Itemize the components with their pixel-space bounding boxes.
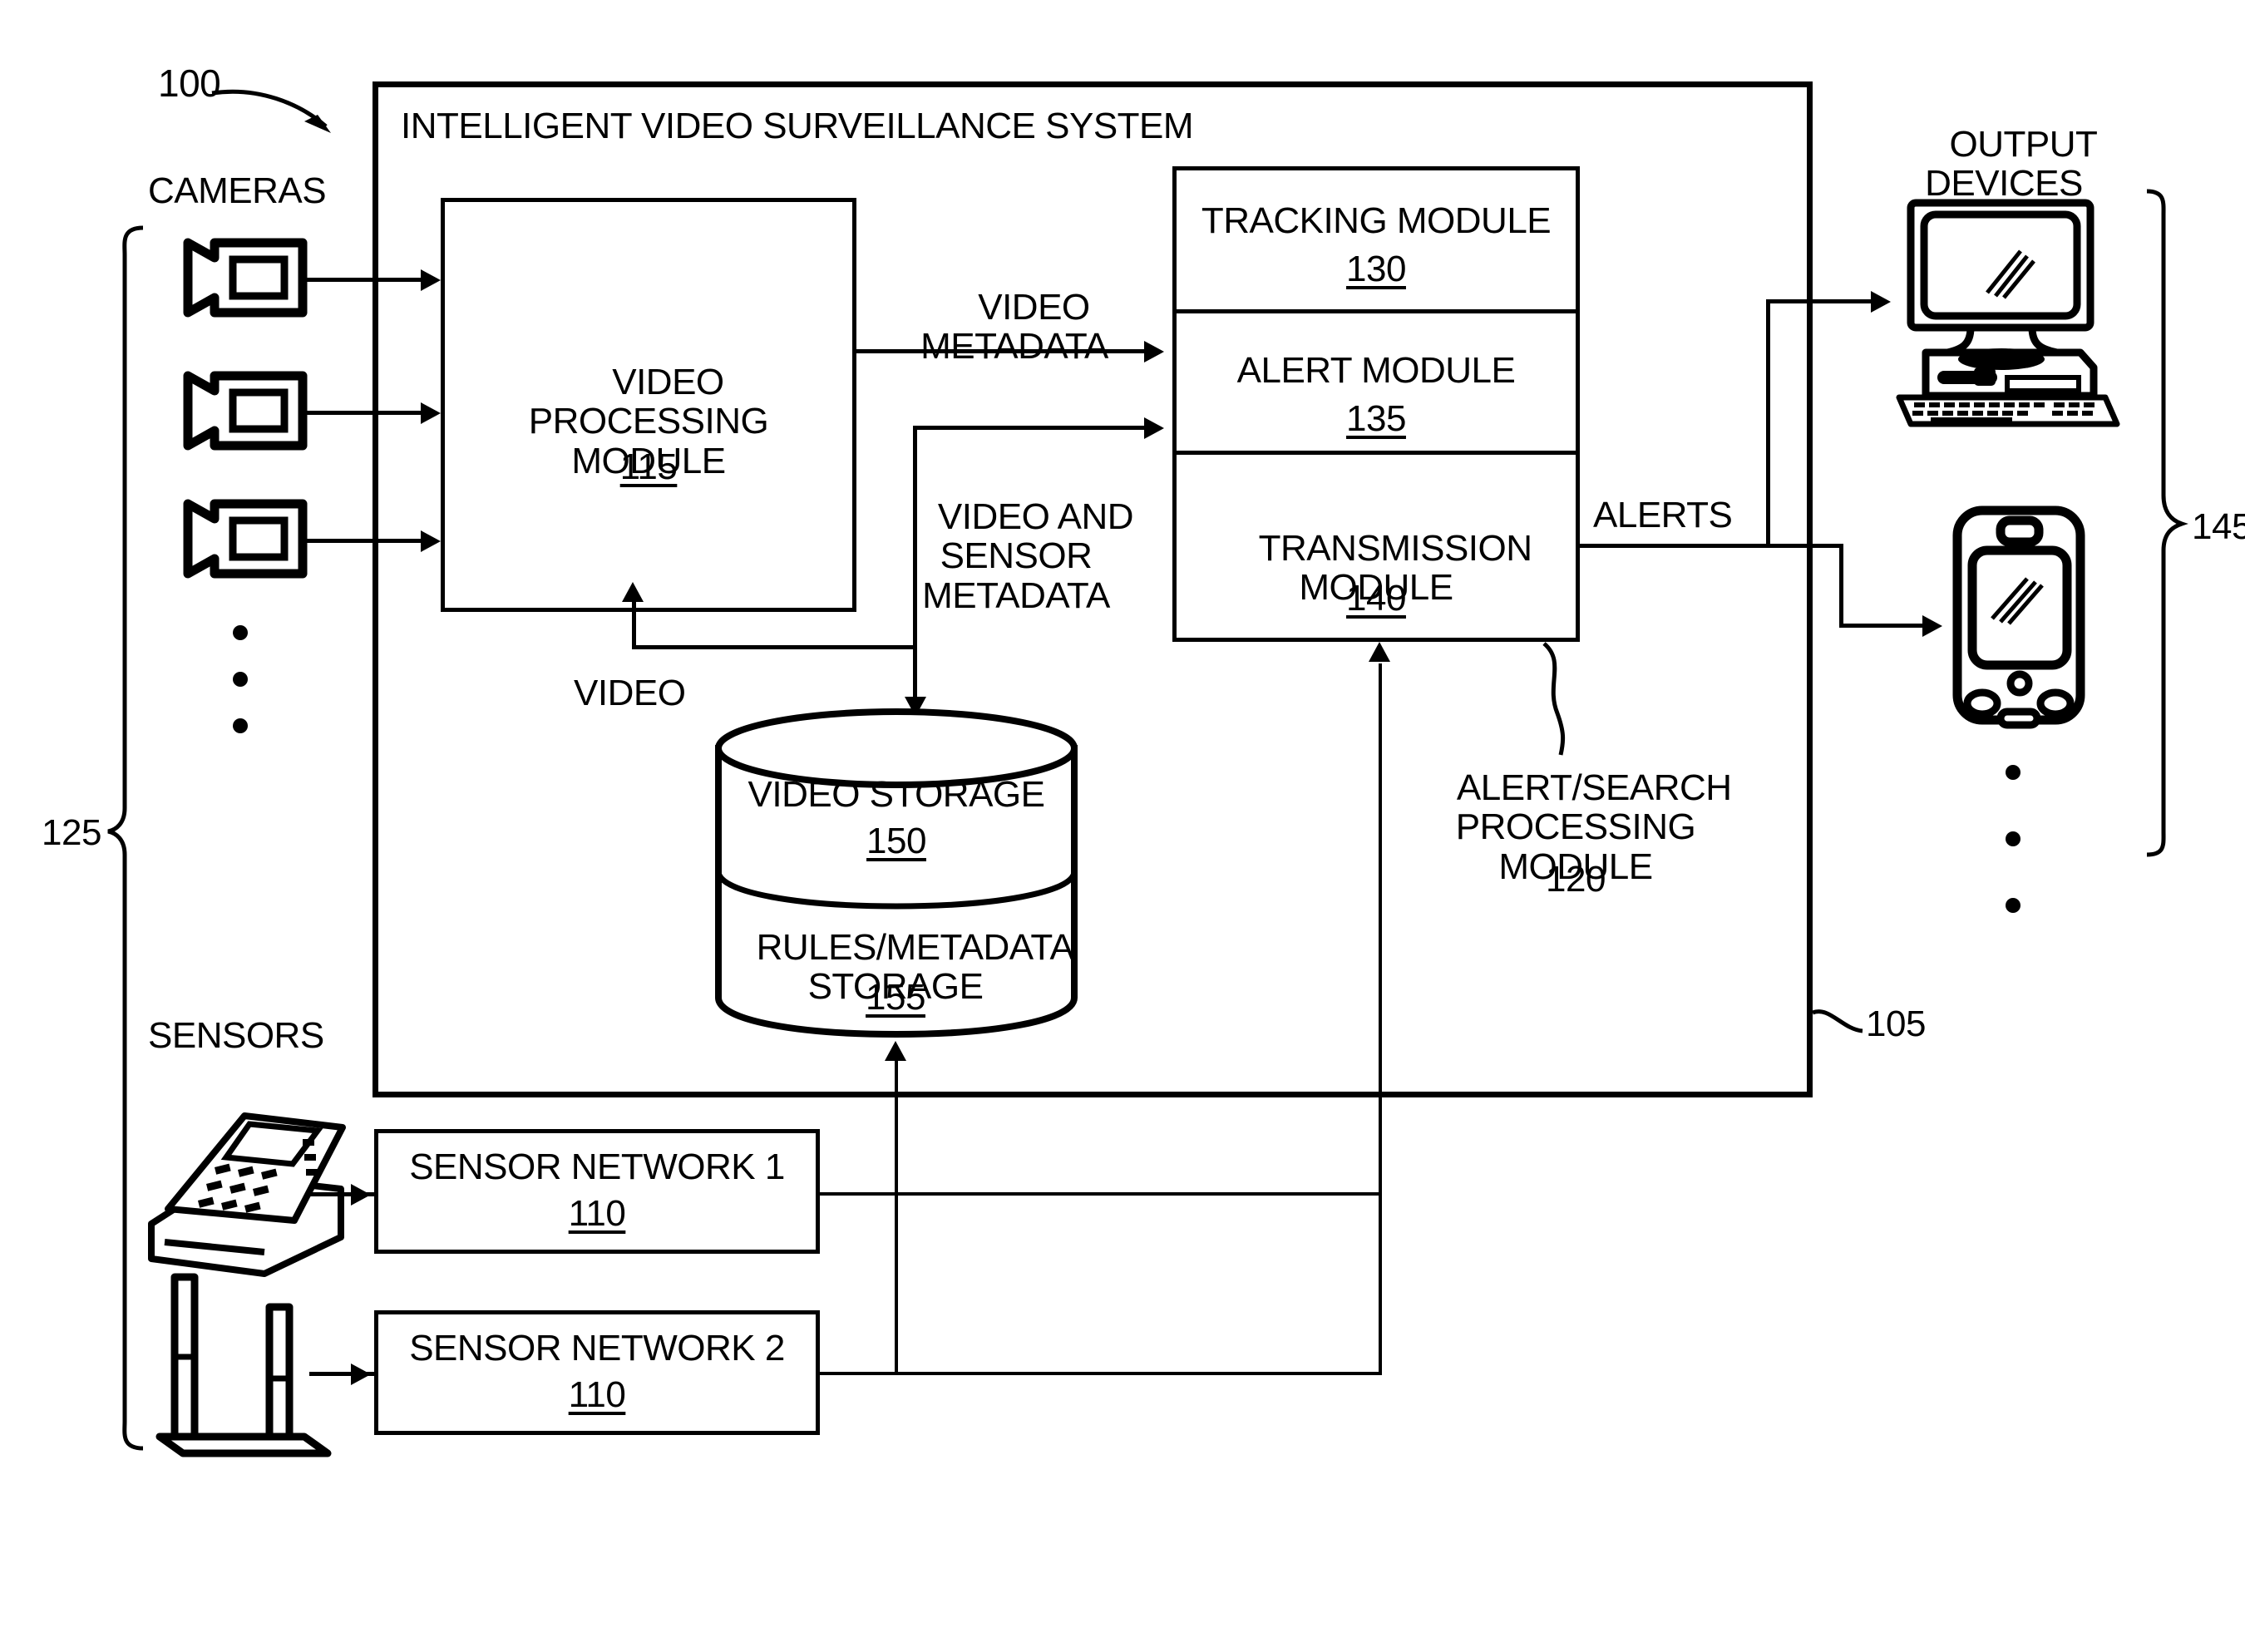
alerts-to-pda-line xyxy=(1839,624,1931,628)
video-sensor-metadata-flow-arrow xyxy=(1144,417,1164,439)
video-sensor-metadata-flow-line xyxy=(913,426,1152,430)
sensor-net-2-to-transmission-riser xyxy=(1379,663,1382,1373)
module-stack-divider xyxy=(1176,451,1576,455)
vertical-ellipsis-icon xyxy=(2006,898,2020,913)
video-storage-title: VIDEO STORAGE xyxy=(748,774,1046,815)
sensor-net-2-riser xyxy=(895,1192,898,1373)
alerts-out-line xyxy=(1576,544,1843,548)
sensors-group-label: SENSORS xyxy=(148,1015,324,1056)
outputs-bracket xyxy=(2140,190,2190,881)
vertical-ellipsis-icon xyxy=(233,672,248,687)
system-ref-105: 105 xyxy=(1866,1004,1926,1044)
keypad-terminal-icon xyxy=(140,1087,353,1279)
camera-icon xyxy=(163,372,309,451)
sensor-network-1-title: SENSOR NETWORK 1 xyxy=(409,1147,785,1187)
sensor-network-2-title: SENSOR NETWORK 2 xyxy=(409,1328,785,1368)
sensor-net-1-riser xyxy=(895,1058,898,1194)
system-box-title: INTELLIGENT VIDEO SURVEILLANCE SYSTEM xyxy=(401,106,1194,146)
sensor-net-2-to-transmission-arrow xyxy=(1369,642,1390,662)
camera-icon xyxy=(163,239,309,318)
tracking-module-title: TRACKING MODULE xyxy=(1201,200,1552,241)
cameras-group-label: CAMERAS xyxy=(148,170,327,211)
video-flow-up-arrow xyxy=(622,582,644,602)
video-flow-label: VIDEO xyxy=(574,673,686,713)
camera-1-feed-line xyxy=(304,278,436,282)
video-metadata-flow-label: VIDEO METADATA xyxy=(865,248,1164,406)
sensor-net-2-out-line xyxy=(817,1372,898,1375)
alerts-to-pda-arrow xyxy=(1922,615,1942,637)
sensor-1-feed-arrow xyxy=(351,1184,371,1206)
video-sensor-metadata-flow-label: VIDEO AND SENSOR METADATA xyxy=(875,457,1157,655)
camera-icon xyxy=(163,501,309,579)
vertical-ellipsis-icon xyxy=(233,718,248,733)
vertical-ellipsis-icon xyxy=(2006,765,2020,780)
figure-ref-100-leader xyxy=(208,75,331,133)
vertical-ellipsis-icon xyxy=(2006,831,2020,846)
camera-2-feed-line xyxy=(304,411,436,415)
sensor-net-1-storage-arrow xyxy=(885,1041,906,1061)
alert-module-title: ALERT MODULE xyxy=(1236,350,1516,391)
sensor-net-1-out-line xyxy=(817,1192,896,1196)
alerts-to-pda-riser xyxy=(1839,544,1843,627)
camera-1-feed-arrow xyxy=(421,269,441,291)
video-metadata-flow-line xyxy=(853,349,1152,353)
pda-handheld-icon xyxy=(1949,502,2099,733)
alerts-flow-label: ALERTS xyxy=(1593,495,1733,535)
rules-metadata-storage-ref: 155 xyxy=(866,977,925,1018)
alerts-to-computer-arrow xyxy=(1871,291,1891,313)
camera-2-feed-arrow xyxy=(421,402,441,424)
output-devices-group-label-text: OUTPUT DEVICES xyxy=(1925,123,2098,205)
patent-figure-canvas: 100 INTELLIGENT VIDEO SURVEILLANCE SYSTE… xyxy=(0,0,2245,1652)
video-sensor-metadata-flow-label-text: VIDEO AND SENSOR METADATA xyxy=(922,496,1134,616)
alerts-to-computer-line xyxy=(1766,299,1879,303)
transmission-module-ref: 140 xyxy=(1346,578,1406,619)
tracking-module-ref: 130 xyxy=(1346,249,1406,289)
video-processing-module-title: VIDEO PROCESSING MODULE xyxy=(441,323,856,520)
video-flow-line xyxy=(632,645,915,649)
video-sensor-metadata-flow-riser xyxy=(913,426,917,708)
video-processing-module-ref: 115 xyxy=(619,446,678,487)
video-metadata-flow-label-text: VIDEO METADATA xyxy=(920,286,1108,367)
module-stack-divider xyxy=(1176,309,1576,313)
video-flow-riser-up xyxy=(632,597,636,647)
transmission-module-title: TRANSMISSION MODULE xyxy=(1172,489,1580,647)
sensor-net-1-to-transmission-line xyxy=(895,1192,1382,1196)
alert-search-processing-module-ref: 120 xyxy=(1546,859,1606,900)
video-metadata-flow-arrow xyxy=(1144,341,1164,362)
alerts-to-computer-riser xyxy=(1766,299,1770,547)
inputs-bracket-ref-125: 125 xyxy=(42,812,101,853)
video-storage-ref: 150 xyxy=(866,821,926,861)
alert-module-ref: 135 xyxy=(1346,398,1406,439)
sensor-network-2-ref: 110 xyxy=(568,1374,626,1415)
sensor-network-1-ref: 110 xyxy=(568,1193,626,1234)
sensor-2-feed-arrow xyxy=(351,1364,371,1385)
camera-3-feed-arrow xyxy=(421,530,441,552)
vertical-ellipsis-icon xyxy=(233,625,248,640)
camera-3-feed-line xyxy=(304,539,436,543)
desktop-computer-icon xyxy=(1894,198,2160,431)
sensor-net-2-to-transmission-line xyxy=(895,1372,1382,1375)
outputs-bracket-ref-145: 145 xyxy=(2192,506,2245,547)
rules-metadata-storage-title: RULES/METADATA STORAGE xyxy=(717,888,1074,1046)
